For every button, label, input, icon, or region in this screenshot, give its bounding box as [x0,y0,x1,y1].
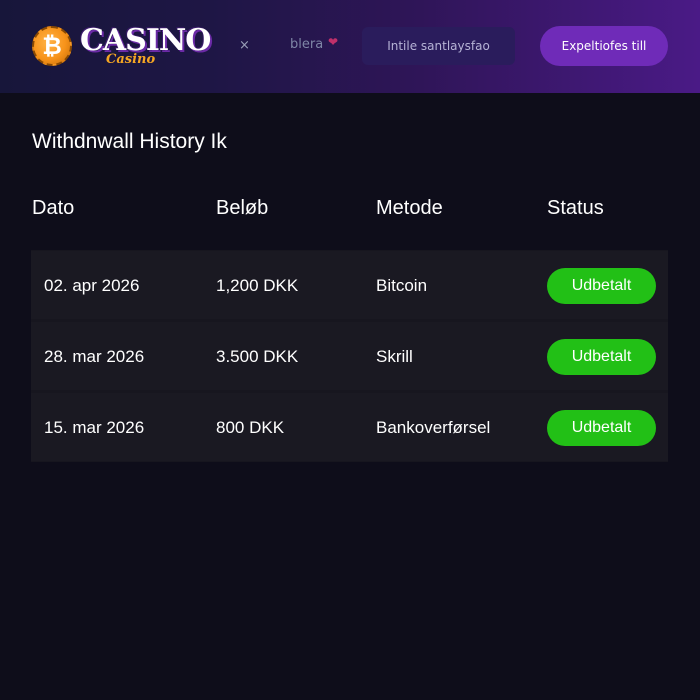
heart-icon[interactable]: ❤ [328,34,338,50]
top-header: ₿ CASINO Casino × blera ❤ Intile santlay… [0,0,700,93]
casino-logo[interactable]: CASINO Casino [80,24,211,70]
header-input-field[interactable]: Intile santlaysfao [362,27,515,65]
close-icon[interactable]: × [239,38,250,54]
status-badge: Udbetalt [547,410,656,446]
header-action-button[interactable]: Expeltiofes till [540,26,668,66]
row-date: 28. mar 2026 [44,347,145,366]
row-amount: 800 DKK [216,418,285,437]
column-header-date: Dato [32,197,75,219]
page-title: Withdnwall History Ik [32,130,227,153]
row-amount: 1,200 DKK [216,276,299,295]
row-method: Bitcoin [376,276,428,295]
table-row[interactable]: 28. mar 2026 3.500 DKK Skrill Udbetalt [31,322,668,390]
row-method: Skrill [376,347,413,366]
row-date: 02. apr 2026 [44,276,140,295]
row-method: Bankoverførsel [376,418,491,437]
column-header-amount: Beløb [216,197,269,219]
column-header-method: Metode [376,197,443,219]
column-header-status: Status [547,197,604,219]
table-row[interactable]: 15. mar 2026 800 DKK Bankoverførsel Udbe… [31,393,668,461]
bitcoin-coin-icon[interactable]: ₿ [32,26,72,66]
row-amount: 3.500 DKK [216,347,299,366]
nav-brand-link[interactable]: blera [290,37,323,53]
table-row[interactable]: 02. apr 2026 1,200 DKK Bitcoin Udbetalt [31,251,668,319]
status-badge: Udbetalt [547,268,656,304]
status-badge: Udbetalt [547,339,656,375]
logo-sub-text: Casino [106,52,156,67]
row-date: 15. mar 2026 [44,418,145,437]
